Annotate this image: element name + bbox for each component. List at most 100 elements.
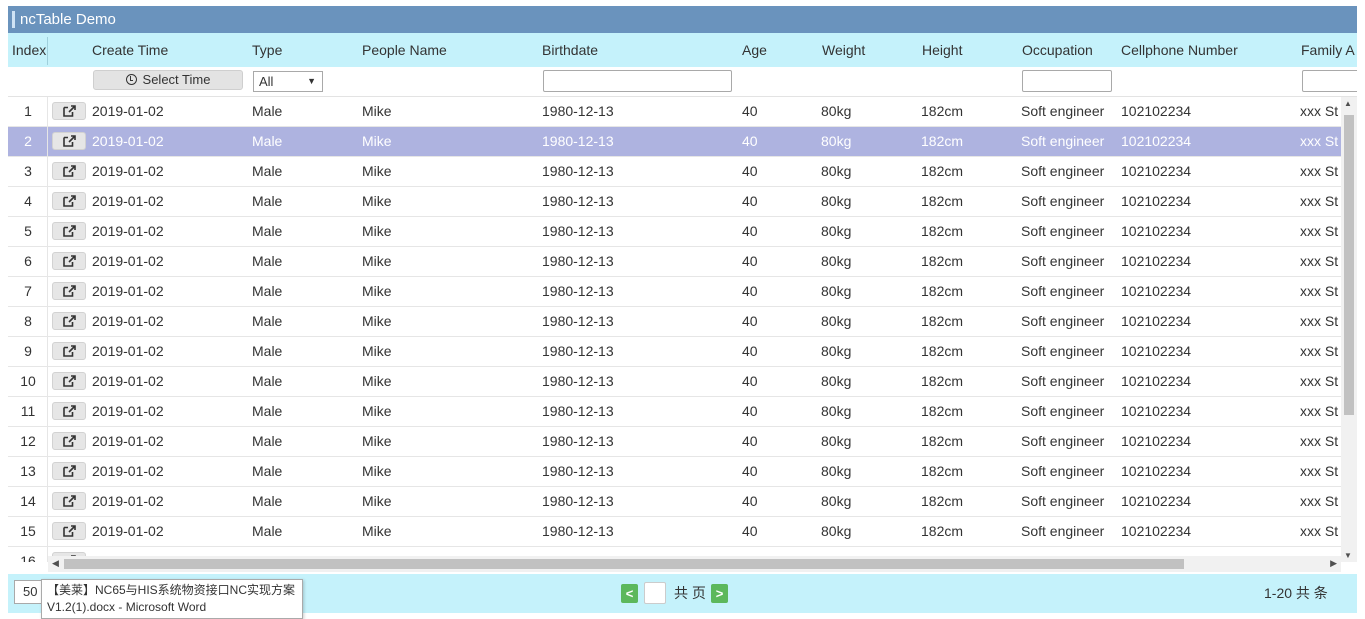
open-detail-button[interactable]	[52, 162, 86, 180]
cell-create-time: 2019-01-02	[92, 313, 164, 329]
table-row[interactable]: 1 2019-01-02 Male Mike 1980-12-13 40 80kg 182cm…	[8, 97, 1341, 127]
previous-page-button[interactable]: <	[621, 584, 638, 603]
cell-occupation: Soft engineer	[1021, 103, 1105, 119]
column-header-type[interactable]: Type	[252, 33, 282, 67]
column-header-weight[interactable]: Weight	[822, 33, 865, 67]
table-row[interactable]: 5 2019-01-02 Male Mike 1980-12-13 40 80kg 182cm…	[8, 217, 1341, 247]
table-row[interactable]: 6 2019-01-02 Male Mike 1980-12-13 40 80kg 182cm…	[8, 247, 1341, 277]
external-link-icon	[63, 195, 76, 207]
column-header-cellphone[interactable]: Cellphone Number	[1121, 33, 1238, 67]
open-detail-button[interactable]	[52, 432, 86, 450]
external-link-icon	[63, 255, 76, 267]
cell-age: 40	[742, 223, 758, 239]
table-row[interactable]: 10 2019-01-02 Male Mike 1980-12-13 40 80kg 182c…	[8, 367, 1341, 397]
table-row[interactable]: 14 2019-01-02 Male Mike 1980-12-13 40 80kg 182c…	[8, 487, 1341, 517]
family-address-filter-input[interactable]	[1302, 70, 1357, 92]
scroll-up-icon[interactable]: ▲	[1344, 99, 1352, 108]
cell-people-name: Mike	[362, 163, 392, 179]
page-number-input[interactable]	[644, 582, 666, 604]
cell-birthdate: 1980-12-13	[542, 463, 614, 479]
cell-family-address: xxx St	[1300, 343, 1339, 359]
scroll-left-icon[interactable]: ◀	[52, 558, 59, 569]
cell-cellphone: 102102234	[1121, 343, 1192, 359]
vertical-scroll-thumb[interactable]	[1344, 115, 1354, 415]
cell-create-time: 2019-01-02	[92, 283, 164, 299]
horizontal-scrollbar[interactable]: ◀ ▶	[48, 556, 1341, 572]
open-detail-button[interactable]	[52, 282, 86, 300]
open-detail-button[interactable]	[52, 192, 86, 210]
open-detail-button[interactable]	[52, 342, 86, 360]
type-filter-select[interactable]: All ▼	[253, 71, 323, 92]
next-page-button[interactable]: >	[711, 584, 728, 603]
column-header-height[interactable]: Height	[922, 33, 962, 67]
cell-index: 4	[24, 193, 32, 209]
cell-type: Male	[252, 343, 283, 359]
cell-occupation: Soft engineer	[1021, 493, 1105, 509]
cell-cellphone: 102102234	[1121, 163, 1192, 179]
open-detail-button[interactable]	[52, 372, 86, 390]
open-detail-button[interactable]	[52, 102, 86, 120]
column-header-age[interactable]: Age	[742, 33, 767, 67]
cell-cellphone: 102102234	[1121, 403, 1192, 419]
cell-index: 1	[24, 103, 32, 119]
open-detail-button[interactable]	[52, 522, 86, 540]
cell-index: 15	[20, 523, 36, 539]
cell-family-address: xxx St	[1300, 523, 1339, 539]
cell-index: 16	[20, 553, 36, 562]
cell-cellphone: 102102234	[1121, 253, 1192, 269]
scroll-down-icon[interactable]: ▼	[1344, 551, 1352, 560]
open-detail-button[interactable]	[52, 132, 86, 150]
cell-type: Male	[252, 523, 283, 539]
row-divider	[47, 337, 48, 367]
occupation-filter-input[interactable]	[1022, 70, 1112, 92]
open-detail-button[interactable]	[52, 462, 86, 480]
cell-birthdate: 1980-12-13	[542, 193, 614, 209]
cell-height: 182cm	[921, 283, 964, 299]
external-link-icon	[63, 375, 76, 387]
vertical-scrollbar[interactable]: ▲ ▼	[1341, 97, 1357, 562]
table-row[interactable]: 11 2019-01-02 Male Mike 1980-12-13 40 80kg 182c…	[8, 397, 1341, 427]
column-header-index[interactable]: Index	[12, 33, 46, 67]
external-link-icon	[63, 285, 76, 297]
open-detail-button[interactable]	[52, 222, 86, 240]
cell-birthdate: 1980-12-13	[542, 163, 614, 179]
cell-weight: 80kg	[821, 373, 852, 389]
horizontal-scroll-thumb[interactable]	[64, 559, 1184, 569]
column-header-birthdate[interactable]: Birthdate	[542, 33, 598, 67]
birthdate-filter-input[interactable]	[543, 70, 732, 92]
column-header-create-time[interactable]: Create Time	[92, 33, 168, 67]
table-row[interactable]: 3 2019-01-02 Male Mike 1980-12-13 40 80kg 182cm…	[8, 157, 1341, 187]
cell-cellphone: 102102234	[1121, 373, 1192, 389]
row-divider	[47, 517, 48, 547]
open-detail-button[interactable]	[52, 252, 86, 270]
cell-index: 2	[24, 133, 32, 149]
column-header-family-address[interactable]: Family A	[1301, 33, 1355, 67]
cell-weight: 80kg	[821, 163, 852, 179]
cell-people-name: Mike	[362, 193, 392, 209]
cell-type: Male	[252, 163, 283, 179]
select-time-button[interactable]: Select Time	[93, 70, 243, 90]
table-row[interactable]: 8 2019-01-02 Male Mike 1980-12-13 40 80kg 182cm…	[8, 307, 1341, 337]
table-row[interactable]: 15 2019-01-02 Male Mike 1980-12-13 40 80kg 182c…	[8, 517, 1341, 547]
cell-type: Male	[252, 193, 283, 209]
open-detail-button[interactable]	[52, 492, 86, 510]
table-row[interactable]: 13 2019-01-02 Male Mike 1980-12-13 40 80kg 182c…	[8, 457, 1341, 487]
open-detail-button[interactable]	[52, 402, 86, 420]
scroll-right-icon[interactable]: ▶	[1330, 558, 1337, 569]
cell-weight: 80kg	[821, 103, 852, 119]
cell-occupation: Soft engineer	[1021, 433, 1105, 449]
external-link-icon	[63, 165, 76, 177]
open-detail-button[interactable]	[52, 312, 86, 330]
cell-index: 6	[24, 253, 32, 269]
table-row[interactable]: 7 2019-01-02 Male Mike 1980-12-13 40 80kg 182cm…	[8, 277, 1341, 307]
cell-type: Male	[252, 403, 283, 419]
external-link-icon	[63, 525, 76, 537]
table-row[interactable]: 2 2019-01-02 Male Mike 1980-12-13 40 80kg 182cm…	[8, 127, 1341, 157]
cell-height: 182cm	[921, 403, 964, 419]
table-row[interactable]: 12 2019-01-02 Male Mike 1980-12-13 40 80kg 182c…	[8, 427, 1341, 457]
column-header-people-name[interactable]: People Name	[362, 33, 447, 67]
table-row[interactable]: 9 2019-01-02 Male Mike 1980-12-13 40 80kg 182cm…	[8, 337, 1341, 367]
column-header-occupation[interactable]: Occupation	[1022, 33, 1093, 67]
cell-age: 40	[742, 403, 758, 419]
table-row[interactable]: 4 2019-01-02 Male Mike 1980-12-13 40 80kg 182cm…	[8, 187, 1341, 217]
